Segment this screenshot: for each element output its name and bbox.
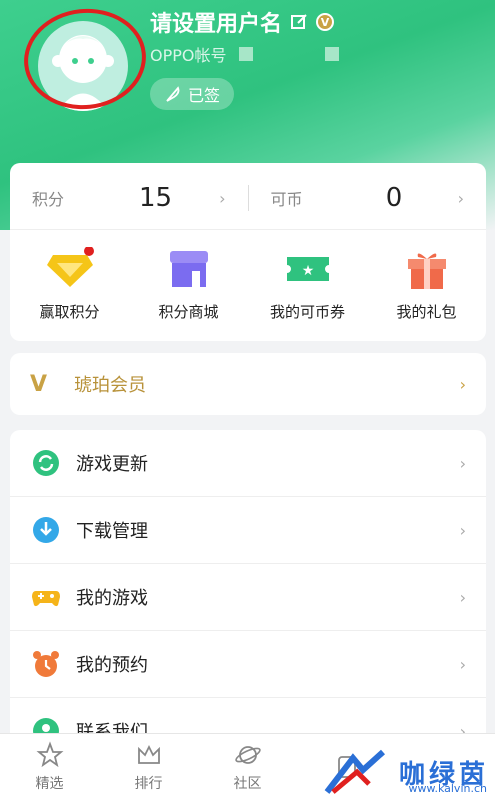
chevron-right-icon: › [459, 654, 466, 674]
quick-action-label: 我的礼包 [396, 303, 457, 321]
account-row: OPPO帐号 [150, 42, 339, 66]
quick-action-label: 赢取积分 [39, 303, 100, 321]
quick-action-earn-points[interactable]: 赢取积分 [10, 246, 129, 322]
watermark: 咖绿茵 www.kalvin.cn [323, 748, 489, 796]
ticket-icon: ★ [283, 247, 333, 291]
tab-featured[interactable]: 精选 [0, 734, 99, 800]
quick-action-label: 我的可币券 [269, 303, 345, 321]
quick-action-coin-coupon[interactable]: ★ 我的可币券 [248, 247, 367, 322]
coin-cell[interactable]: 可币 0 › [249, 183, 487, 213]
edit-icon[interactable] [290, 13, 308, 31]
coin-value: 0 [385, 183, 403, 213]
tab-community[interactable]: 社区 [198, 734, 297, 800]
download-icon [33, 517, 59, 543]
chevron-right-icon: › [457, 188, 464, 208]
feather-icon [166, 86, 180, 102]
tab-ranking[interactable]: 排行 [99, 734, 198, 800]
points-card: 积分 15 › 可币 0 › 赢取积分 积分商城 ★ 我的可币券 我的礼包 [10, 163, 486, 341]
chevron-right-icon: › [459, 374, 466, 394]
signed-button[interactable]: 已签 [150, 78, 234, 110]
tab-label: 社区 [233, 776, 262, 792]
amber-membership-row[interactable]: V 琥珀会员 › [10, 353, 486, 415]
masked-account [238, 47, 253, 61]
menu-item-download-manager[interactable]: 下载管理 › [10, 497, 486, 564]
red-dot-badge [83, 246, 94, 256]
watermark-url: www.kalvin.cn [408, 782, 487, 795]
menu-item-my-games[interactable]: 我的游戏 › [10, 564, 486, 631]
red-circle-annotation [19, 2, 151, 116]
chevron-right-icon: › [459, 453, 466, 473]
menu-item-my-reservations[interactable]: 我的预约 › [10, 631, 486, 698]
username: 请设置用户名 [150, 12, 283, 37]
chevron-right-icon: › [459, 520, 466, 540]
coin-label: 可币 [270, 190, 303, 209]
amber-v-icon: V [30, 371, 48, 397]
quick-actions: 赢取积分 积分商城 ★ 我的可币券 我的礼包 [10, 246, 486, 322]
quick-action-label: 积分商城 [158, 303, 219, 321]
star-icon [36, 741, 63, 768]
menu-label: 下载管理 [76, 521, 148, 542]
menu-label: 我的游戏 [76, 588, 148, 609]
vip-badge: V [316, 13, 335, 31]
quick-action-points-mall[interactable]: 积分商城 [129, 247, 248, 322]
menu-item-game-update[interactable]: 游戏更新 › [10, 430, 486, 497]
gamepad-icon [32, 591, 60, 607]
tab-label: 排行 [134, 776, 163, 792]
crown-icon [137, 744, 160, 764]
account-label: OPPO帐号 [150, 46, 227, 65]
avatar[interactable] [19, 2, 151, 116]
planet-icon [234, 746, 261, 764]
score-cell[interactable]: 积分 15 › [10, 183, 248, 213]
score-label: 积分 [32, 190, 65, 209]
gift-icon [402, 247, 452, 291]
menu-list: 游戏更新 › 下载管理 › 我的游戏 › 我的预约 › › [10, 430, 486, 760]
score-value: 15 [139, 183, 173, 213]
quick-action-gift-pack[interactable]: 我的礼包 [367, 247, 486, 322]
tab-label: 精选 [35, 776, 64, 792]
divider [10, 229, 486, 230]
masked-account [324, 47, 339, 61]
alarm-clock-icon [33, 651, 59, 677]
watermark-logo-icon [324, 749, 385, 794]
username-row[interactable]: 请设置用户名 V [150, 6, 335, 38]
signed-label: 已签 [187, 86, 220, 105]
menu-label: 游戏更新 [76, 454, 148, 475]
refresh-icon [33, 450, 59, 476]
diamond-icon [45, 246, 95, 291]
chevron-right-icon: › [219, 188, 226, 208]
amber-label: 琥珀会员 [74, 375, 146, 396]
menu-label: 我的预约 [76, 655, 148, 676]
chevron-right-icon: › [459, 587, 466, 607]
svg-text:★: ★ [301, 263, 314, 279]
store-icon [164, 247, 214, 291]
